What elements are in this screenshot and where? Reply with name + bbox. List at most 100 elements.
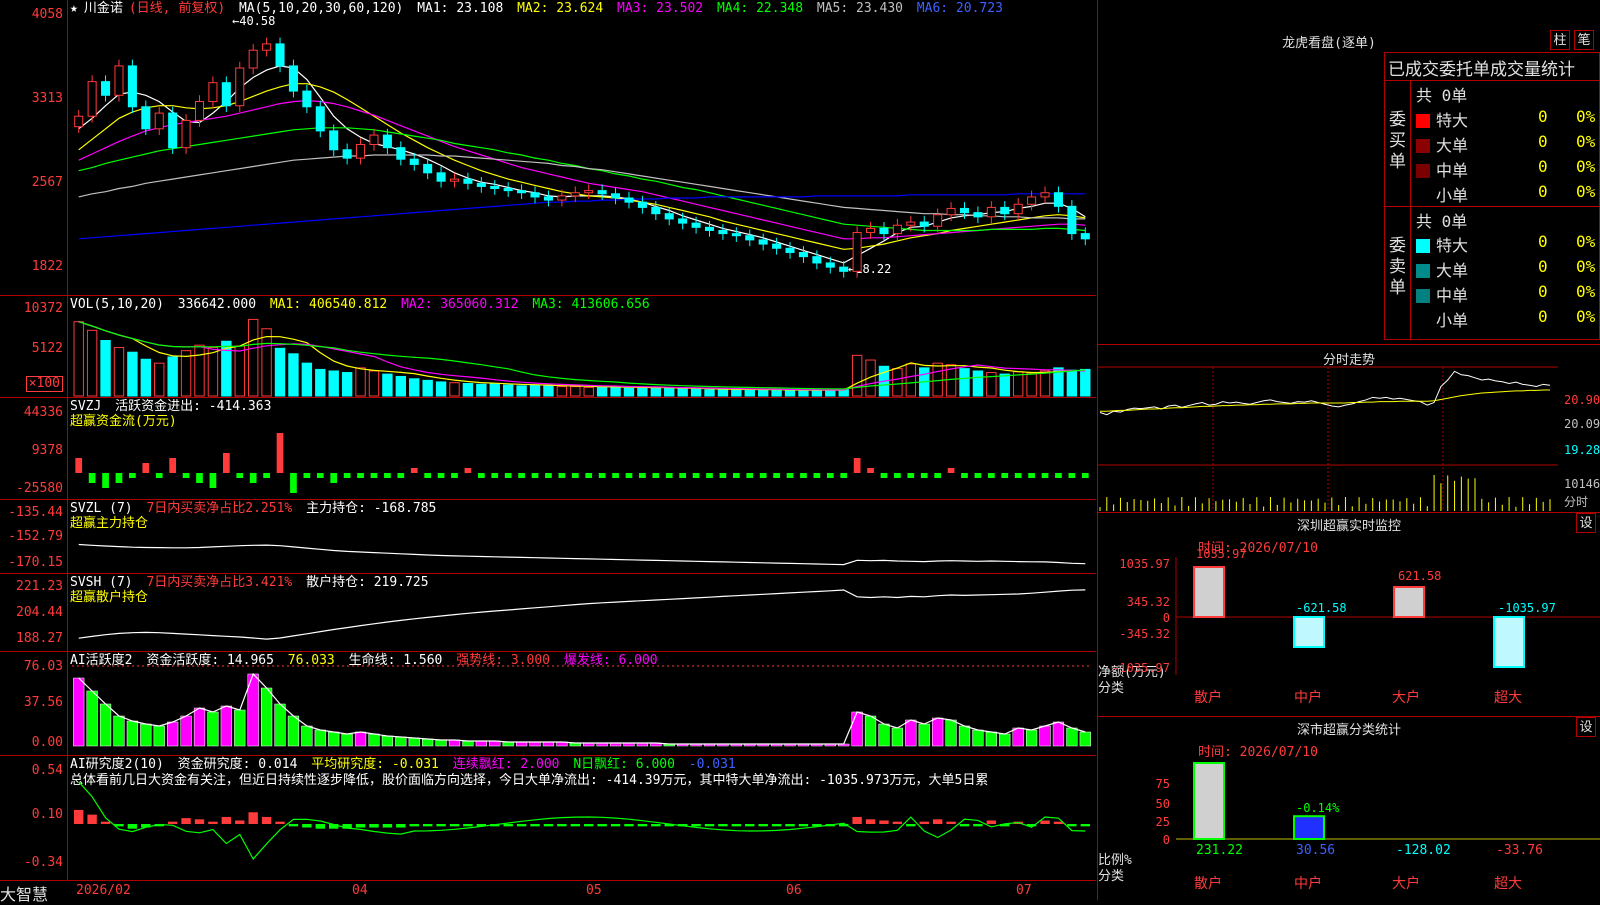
kline-chart[interactable] (0, 0, 1096, 296)
flow-bar (894, 473, 901, 478)
candle-body (637, 201, 647, 208)
row-pct: 0% (1576, 257, 1596, 276)
x-label: 07 (1016, 883, 1032, 898)
volume-bar (341, 372, 353, 397)
research-bar (785, 824, 795, 827)
candle-body (570, 192, 580, 197)
activity-bar (985, 731, 997, 747)
volume-bar (771, 389, 782, 397)
candle-body (87, 81, 97, 117)
candle-body (101, 81, 111, 96)
activity-bar (126, 720, 139, 747)
legend-swatch (1416, 189, 1430, 203)
monitor-panel[interactable]: 深圳超赢实时监控 设 时间: 2026/07/10 净额(万元) 分类 1035… (1098, 512, 1600, 716)
class-panel[interactable]: 深市超赢分类统计 设 时间: 2026/07/10 比例% 分类 75 50 2… (1098, 716, 1600, 900)
svsh-panel[interactable]: 221.23 204.44 188.27 SVSH (7) 7日内买卖净占比3.… (0, 574, 1096, 652)
volume-bar (368, 370, 380, 397)
legend-swatch (1416, 114, 1430, 128)
volume-bar (784, 390, 796, 397)
intraday-avg-line (1100, 389, 1550, 412)
activity-bar (180, 715, 192, 747)
ai-active-panel[interactable]: 76.03 37.56 0.00 AI活跃度2 资金活跃度: 14.965 76… (0, 652, 1096, 756)
monitor-bar (1493, 616, 1525, 668)
research-bar (181, 818, 191, 824)
candle-body (986, 206, 996, 218)
volume-bar (140, 358, 152, 397)
tick-mode-button[interactable]: 笔 (1574, 30, 1594, 50)
volume-panel[interactable]: 10372 5122 ×100 VOL(5,10,20) 336642.000 … (0, 296, 1096, 398)
volume-bar (972, 370, 984, 397)
row-pct: 0% (1576, 307, 1596, 326)
flow-bar (773, 473, 780, 478)
flow-bar (840, 473, 848, 478)
research-bar (691, 824, 701, 827)
flow-bar (987, 473, 995, 478)
flow-bar (491, 473, 499, 478)
volume-bar (355, 367, 366, 397)
candle-body (892, 224, 902, 235)
volume-bar (127, 351, 138, 397)
legend-swatch (1416, 314, 1430, 328)
svsh-chart[interactable] (0, 574, 1096, 652)
class-chart[interactable] (1098, 717, 1600, 901)
flow-bar (934, 473, 942, 478)
research-bar (382, 824, 393, 828)
activity-bar (462, 740, 474, 747)
flow-bar (853, 458, 861, 473)
flow-bar (504, 473, 512, 478)
candle-body (1000, 206, 1010, 215)
flow-bar (1014, 473, 1022, 478)
volume-bar (570, 386, 581, 397)
row-name: 中单 (1436, 161, 1469, 180)
svsh-line (78, 589, 1086, 640)
candle-body (678, 218, 688, 224)
row-name: 大单 (1436, 261, 1469, 280)
svzl-chart[interactable] (0, 500, 1096, 574)
activity-bar (207, 711, 219, 747)
flow-bar (1001, 473, 1009, 478)
volume-bar (543, 385, 554, 397)
ai-research-panel[interactable]: 0.54 0.10 -0.34 AI研究度2(10) 资金研究度: 0.014 … (0, 756, 1096, 880)
volume-bar (650, 387, 662, 397)
flow-bar (826, 473, 834, 478)
ai-research-chart[interactable] (0, 756, 1096, 880)
legend-swatch (1416, 289, 1430, 303)
research-bar (557, 824, 567, 827)
kline-panel[interactable]: 4058 3313 2567 1822 ★ 川金诺 (日线, 前复权) MA(5,1… (0, 0, 1096, 296)
bar-mode-button[interactable]: 柱 (1550, 30, 1570, 50)
class-bar (1193, 762, 1225, 840)
candle-body (356, 144, 366, 159)
monitor-chart[interactable] (1098, 513, 1600, 717)
flow-bar (907, 473, 915, 478)
volume-bar (1026, 372, 1037, 397)
volume-bar (583, 386, 594, 397)
research-bar (503, 824, 513, 827)
class-bar (1293, 815, 1325, 840)
svzj-panel[interactable]: 44336 9378 -25580 SVZJ 活跃资金进出: -414.363 … (0, 398, 1096, 500)
flow-bar (786, 473, 794, 478)
volume-chart[interactable] (0, 296, 1096, 398)
volume-bar (905, 363, 917, 397)
flow-bar (880, 473, 888, 478)
candle-body (651, 206, 661, 215)
volume-bar (100, 339, 111, 397)
activity-bar (301, 725, 313, 747)
intraday-chart[interactable] (1098, 345, 1600, 513)
svzj-chart[interactable] (0, 398, 1096, 500)
activity-bar (140, 723, 152, 747)
research-bar (235, 820, 245, 824)
ai-active-chart[interactable] (0, 652, 1096, 756)
volume-bar (664, 387, 675, 397)
lhb-title: 龙虎看盘(逐单) (1282, 36, 1376, 51)
row-name: 小单 (1436, 311, 1469, 330)
candle-body (584, 190, 594, 194)
svzl-panel[interactable]: -135.44 -152.79 -170.15 SVZL (7) 7日内买卖净占… (0, 500, 1096, 574)
flow-bar (155, 473, 163, 478)
volume-bar (328, 370, 339, 397)
flow-bar (236, 473, 244, 478)
intraday-panel[interactable]: 分时走势 20.90 20.09 19.28 10146 分时 (1098, 344, 1600, 512)
volume-bar (73, 321, 84, 397)
flow-bar (961, 473, 968, 478)
flow-bar (598, 473, 606, 478)
candle-body (423, 163, 433, 174)
